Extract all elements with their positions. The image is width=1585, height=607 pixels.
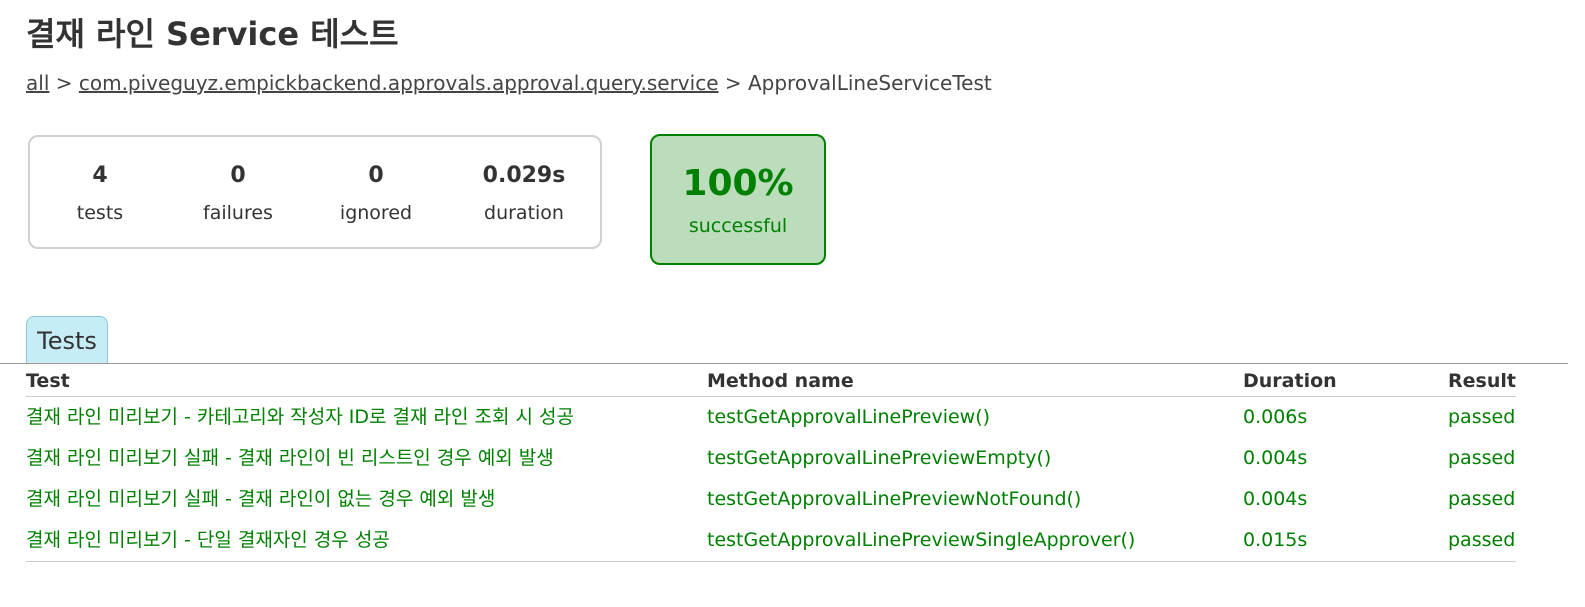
- column-header-test: Test: [26, 366, 707, 397]
- summary-box: 4 tests 0 failures 0 ignored 0.029s dura…: [28, 135, 602, 249]
- failures-counter: 0 failures: [168, 157, 308, 231]
- duration-cell: 0.006s: [1243, 406, 1308, 428]
- breadcrumb-current: ApprovalLineServiceTest: [747, 71, 992, 95]
- table-row: 결재 라인 미리보기 실패 - 결재 라인이 없는 경우 예외 발생 testG…: [26, 479, 1516, 520]
- breadcrumb-link-all[interactable]: all: [26, 71, 49, 95]
- breadcrumb-separator: >: [718, 71, 748, 95]
- tab-tests[interactable]: Tests: [26, 316, 108, 364]
- method-name-cell: testGetApprovalLinePreview(): [707, 406, 991, 428]
- success-rate-box: 100% successful: [650, 134, 826, 265]
- success-rate-label: successful: [688, 215, 788, 237]
- column-header-method: Method name: [707, 366, 1243, 397]
- table-row: 결재 라인 미리보기 - 단일 결재자인 경우 성공 testGetApprov…: [26, 520, 1516, 562]
- table-row: 결재 라인 미리보기 실패 - 결재 라인이 빈 리스트인 경우 예외 발생 t…: [26, 438, 1516, 479]
- test-name-cell: 결재 라인 미리보기 실패 - 결재 라인이 없는 경우 예외 발생: [26, 488, 496, 510]
- table-header-row: Test Method name Duration Result: [26, 366, 1516, 397]
- success-rate-percent: 100%: [682, 163, 794, 204]
- result-cell: passed: [1448, 520, 1516, 562]
- result-cell: passed: [1448, 488, 1516, 510]
- ignored-counter: 0 ignored: [306, 157, 446, 231]
- duration-label: duration: [484, 202, 564, 224]
- tab-divider: [0, 363, 1568, 364]
- method-name-cell: testGetApprovalLinePreviewSingleApprover…: [707, 520, 1243, 562]
- result-cell: passed: [1448, 406, 1516, 428]
- failures-count: 0: [230, 163, 246, 188]
- tests-table: Test Method name Duration Result 결재 라인 미…: [26, 366, 1516, 562]
- tests-count: 4: [92, 163, 108, 188]
- tests-counter: 4 tests: [30, 157, 170, 231]
- ignored-count: 0: [368, 163, 384, 188]
- duration-cell: 0.015s: [1243, 520, 1448, 562]
- failures-label: failures: [203, 202, 273, 224]
- table-row: 결재 라인 미리보기 - 카테고리와 작성자 ID로 결재 라인 조회 시 성공…: [26, 397, 1516, 439]
- test-name-cell: 결재 라인 미리보기 실패 - 결재 라인이 빈 리스트인 경우 예외 발생: [26, 447, 554, 469]
- column-header-result: Result: [1448, 366, 1516, 397]
- method-name-cell: testGetApprovalLinePreviewNotFound(): [707, 488, 1082, 510]
- breadcrumb-separator: >: [49, 71, 79, 95]
- tests-label: tests: [76, 202, 124, 224]
- duration-value: 0.029s: [482, 163, 566, 188]
- test-name-cell: 결재 라인 미리보기 - 카테고리와 작성자 ID로 결재 라인 조회 시 성공: [26, 406, 575, 428]
- breadcrumb-link-package[interactable]: com.piveguyz.empickbackend.approvals.app…: [79, 71, 719, 95]
- duration-cell: 0.004s: [1243, 447, 1308, 469]
- duration-cell: 0.004s: [1243, 488, 1308, 510]
- breadcrumb: all > com.piveguyz.empickbackend.approva…: [26, 70, 992, 96]
- duration-counter: 0.029s duration: [454, 157, 594, 231]
- test-name-cell: 결재 라인 미리보기 - 단일 결재자인 경우 성공: [26, 520, 707, 562]
- report-content: 결재 라인 Service 테스트 all > com.piveguyz.emp…: [0, 0, 1585, 607]
- ignored-label: ignored: [339, 202, 413, 224]
- result-cell: passed: [1448, 447, 1516, 469]
- page-title: 결재 라인 Service 테스트: [26, 15, 399, 53]
- method-name-cell: testGetApprovalLinePreviewEmpty(): [707, 447, 1052, 469]
- column-header-duration: Duration: [1243, 366, 1448, 397]
